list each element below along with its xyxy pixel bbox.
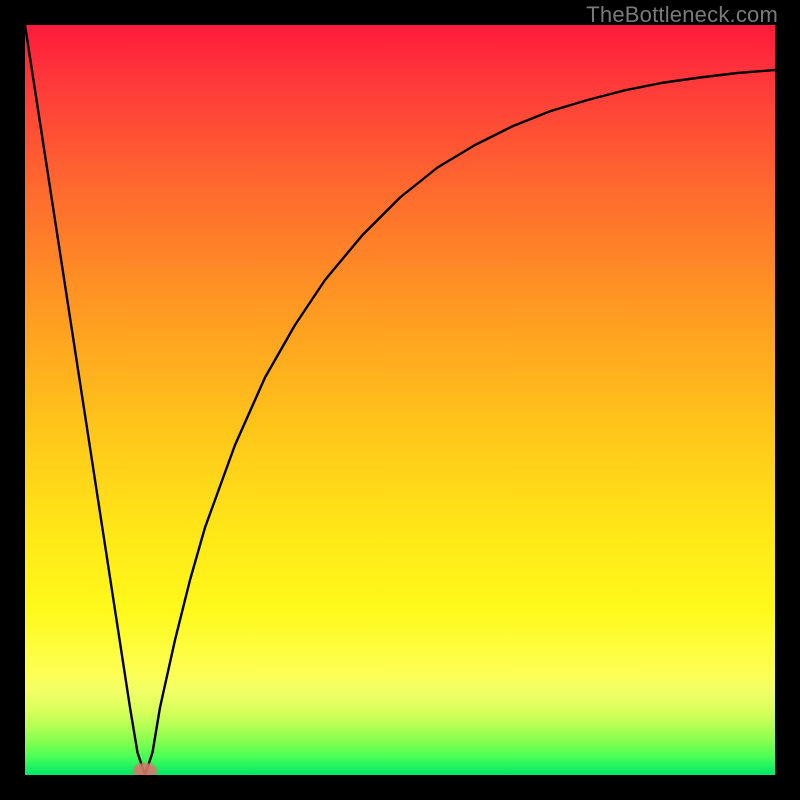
chart-frame: TheBottleneck.com xyxy=(0,0,800,800)
bottleneck-curve xyxy=(25,25,775,775)
plot-area xyxy=(25,25,775,775)
curve-path xyxy=(25,25,775,775)
apex-marker xyxy=(133,763,157,775)
